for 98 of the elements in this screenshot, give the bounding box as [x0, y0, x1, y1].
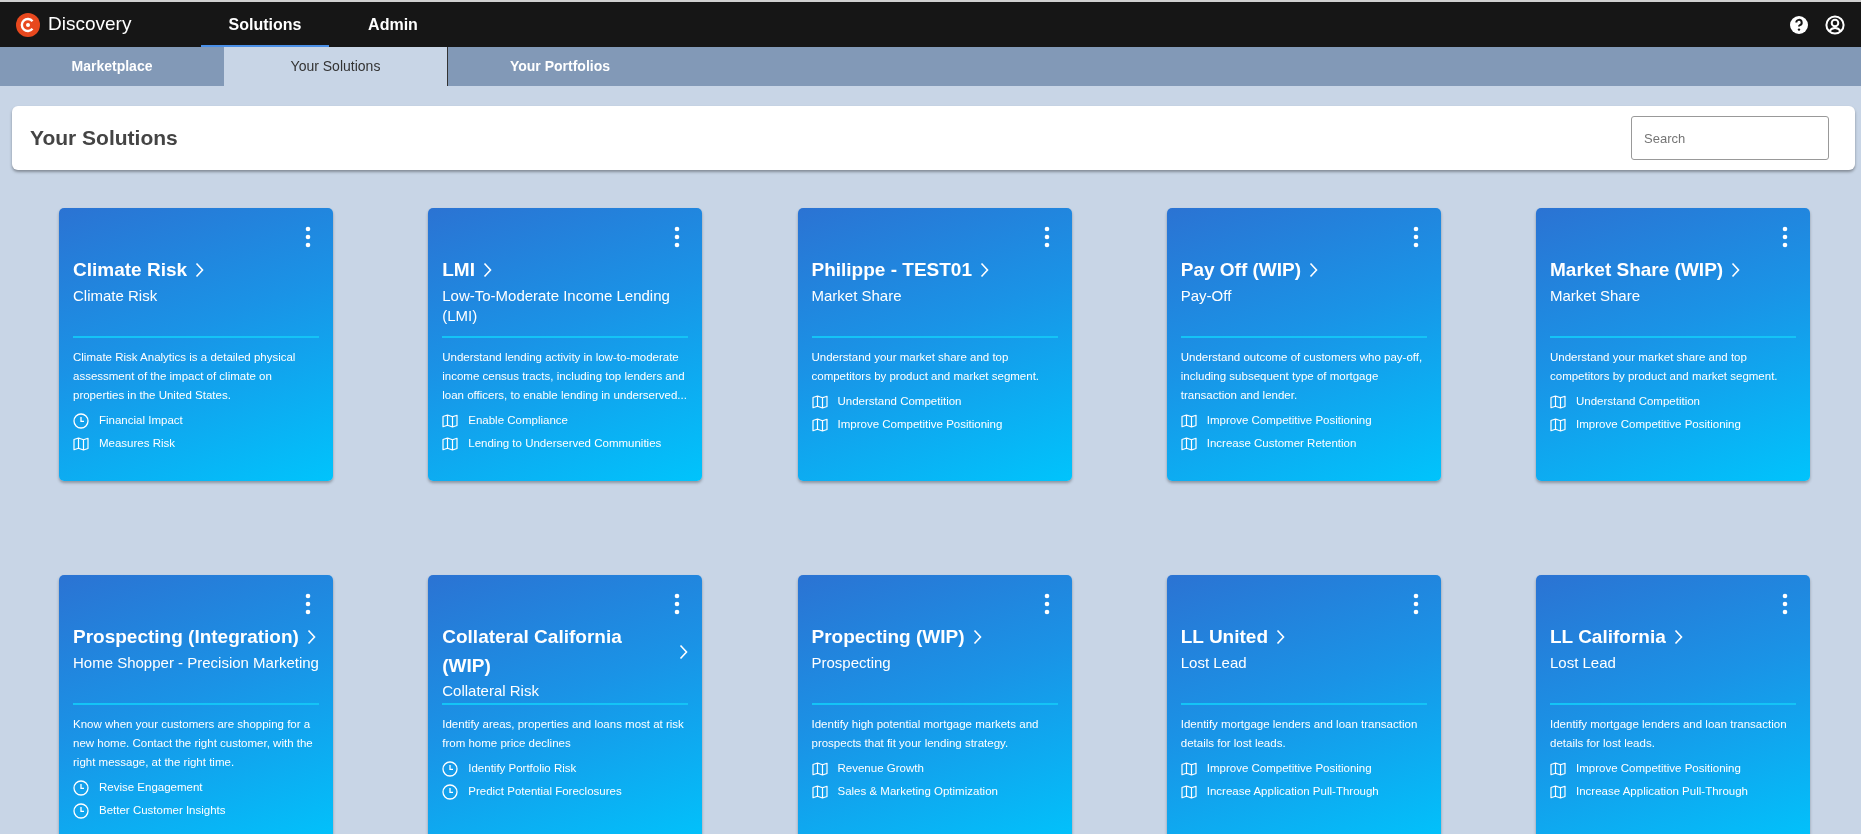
- feature-label: Revenue Growth: [837, 760, 924, 776]
- more-options-icon[interactable]: [1781, 593, 1789, 615]
- map-icon: [1180, 435, 1197, 452]
- logo-icon: [16, 12, 40, 37]
- card-subtitle: Prospecting: [811, 652, 892, 673]
- card-subtitle: Market Share: [811, 285, 903, 306]
- app-name: Discovery: [48, 12, 132, 37]
- chevron-right-icon: [1731, 262, 1741, 279]
- clock-icon: [73, 412, 89, 429]
- card-title-link[interactable]: Prospecting (Integration): [73, 623, 316, 652]
- feature-label: Improve Competitive Positioning: [1206, 760, 1372, 776]
- card-description: Understand your market share and top competitors by product and market segment.: [811, 350, 1041, 384]
- feature-label: Improve Competitive Positioning: [1206, 412, 1372, 428]
- card-description: Understand lending activity in low-to-moderate income census tracts, including top lenders and loan officers, to enable lending in underserved...: [442, 350, 688, 403]
- feature-label: Revise Engagement: [99, 779, 203, 795]
- feature-label: Measures Risk: [99, 435, 176, 451]
- feature-label: Better Customer Insights: [99, 802, 226, 818]
- card-subtitle: Lost Lead: [1180, 652, 1248, 673]
- nav-tab[interactable]: Admin: [329, 2, 457, 47]
- card-title-link[interactable]: Propecting (WIP): [811, 623, 982, 652]
- card-subtitle: Low-To-Moderate Income Lending (LMI): [442, 285, 671, 326]
- card-description: Identify mortgage lenders and loan transaction details for lost leads.: [1550, 717, 1788, 751]
- map-icon: [442, 435, 459, 452]
- more-options-icon[interactable]: [1781, 226, 1789, 248]
- map-icon: [811, 760, 828, 777]
- more-options-icon[interactable]: [304, 226, 312, 248]
- card-subtitle: Collateral Risk: [442, 681, 540, 701]
- card-subtitle: Climate Risk: [73, 285, 159, 306]
- more-options-icon[interactable]: [1411, 226, 1420, 248]
- more-options-icon[interactable]: [1411, 593, 1420, 615]
- more-options-icon[interactable]: [673, 226, 682, 248]
- card-title-link[interactable]: Climate Risk: [73, 256, 205, 285]
- feature-label: Lending to Underserved Communities: [468, 435, 662, 451]
- feature-label: Improve Competitive Positioning: [1576, 416, 1741, 432]
- clock-icon: [73, 779, 89, 796]
- card-subtitle: Lost Lead: [1550, 652, 1617, 673]
- chevron-right-icon: [972, 629, 982, 646]
- clock-icon: [442, 760, 459, 777]
- feature-label: Predict Potential Foreclosures: [468, 783, 622, 799]
- search-field[interactable]: Search: [1631, 116, 1829, 160]
- map-icon: [1550, 393, 1566, 410]
- card-description: Know when your customers are shopping for a new home. Contact the right customer, with the right message, at the right time.: [73, 717, 314, 770]
- feature-label: Understand Competition: [837, 393, 962, 409]
- card-description: Climate Risk Analytics is a detailed physical assessment of the impact of climate on properties in the United States.: [73, 350, 297, 403]
- help-icon[interactable]: [1789, 14, 1809, 35]
- chevron-right-icon: [1673, 629, 1683, 646]
- card-description: Identify high potential mortgage markets and prospects that fit your lending strategy.: [811, 717, 1040, 751]
- chevron-right-icon: [482, 262, 492, 279]
- card-description: Understand your market share and top competitors by product and market segment.: [1550, 350, 1779, 384]
- card-title-link[interactable]: LL California: [1550, 623, 1683, 652]
- feature-label: Increase Customer Retention: [1206, 435, 1357, 451]
- feature-label: Identify Portfolio Risk: [468, 760, 577, 776]
- chevron-right-icon: [1276, 629, 1285, 646]
- map-icon: [442, 412, 459, 429]
- feature-label: Enable Compliance: [468, 412, 568, 428]
- card-title-link[interactable]: LMI: [442, 256, 492, 285]
- map-icon: [1180, 412, 1197, 429]
- map-icon: [811, 393, 828, 410]
- card-title-link[interactable]: Pay Off (WIP): [1180, 256, 1319, 285]
- more-options-icon[interactable]: [673, 593, 682, 615]
- feature-label: Improve Competitive Positioning: [837, 416, 1003, 432]
- page-title: Your Solutions: [30, 125, 178, 151]
- card-subtitle: Pay-Off: [1180, 285, 1233, 306]
- chevron-right-icon: [306, 629, 316, 646]
- clock-icon: [73, 802, 89, 819]
- card-description: Identify areas, properties and loans most at risk from home price declines: [442, 717, 685, 751]
- more-options-icon[interactable]: [1042, 593, 1051, 615]
- chevron-right-icon: [1309, 262, 1319, 279]
- card-title-link[interactable]: Market Share (WIP): [1550, 256, 1741, 285]
- map-icon: [73, 435, 89, 452]
- user-account-icon[interactable]: [1825, 14, 1845, 35]
- feature-label: Financial Impact: [99, 412, 183, 428]
- map-icon: [811, 783, 828, 800]
- map-icon: [1550, 416, 1566, 433]
- feature-label: Improve Competitive Positioning: [1576, 760, 1741, 776]
- feature-label: Increase Application Pull-Through: [1206, 783, 1379, 799]
- card-title-link[interactable]: Philippe - TEST01: [811, 256, 989, 285]
- card-description: Identify mortgage lenders and loan transaction details for lost leads.: [1180, 717, 1419, 751]
- map-icon: [1550, 760, 1566, 777]
- clock-icon: [442, 783, 459, 800]
- map-icon: [1550, 783, 1566, 800]
- card-description: Understand outcome of customers who pay-off, including subsequent type of mortgage transaction and lender.: [1180, 350, 1424, 403]
- feature-label: Understand Competition: [1576, 393, 1700, 409]
- chevron-right-icon: [980, 262, 989, 279]
- more-options-icon[interactable]: [304, 593, 312, 615]
- feature-label: Increase Application Pull-Through: [1576, 783, 1748, 799]
- card-title-link[interactable]: Collateral California (WIP): [442, 623, 689, 680]
- feature-label: Sales & Marketing Optimization: [837, 783, 998, 799]
- map-icon: [811, 416, 828, 433]
- map-icon: [1180, 783, 1197, 800]
- more-options-icon[interactable]: [1042, 226, 1051, 248]
- card-subtitle: Home Shopper - Precision Marketing: [73, 652, 319, 673]
- card-subtitle: Market Share: [1550, 285, 1642, 306]
- card-title-link[interactable]: LL United: [1180, 623, 1285, 652]
- sub-tab[interactable]: Your Solutions: [224, 47, 448, 86]
- chevron-right-icon: [679, 643, 689, 660]
- chevron-right-icon: [195, 262, 205, 279]
- map-icon: [1180, 760, 1197, 777]
